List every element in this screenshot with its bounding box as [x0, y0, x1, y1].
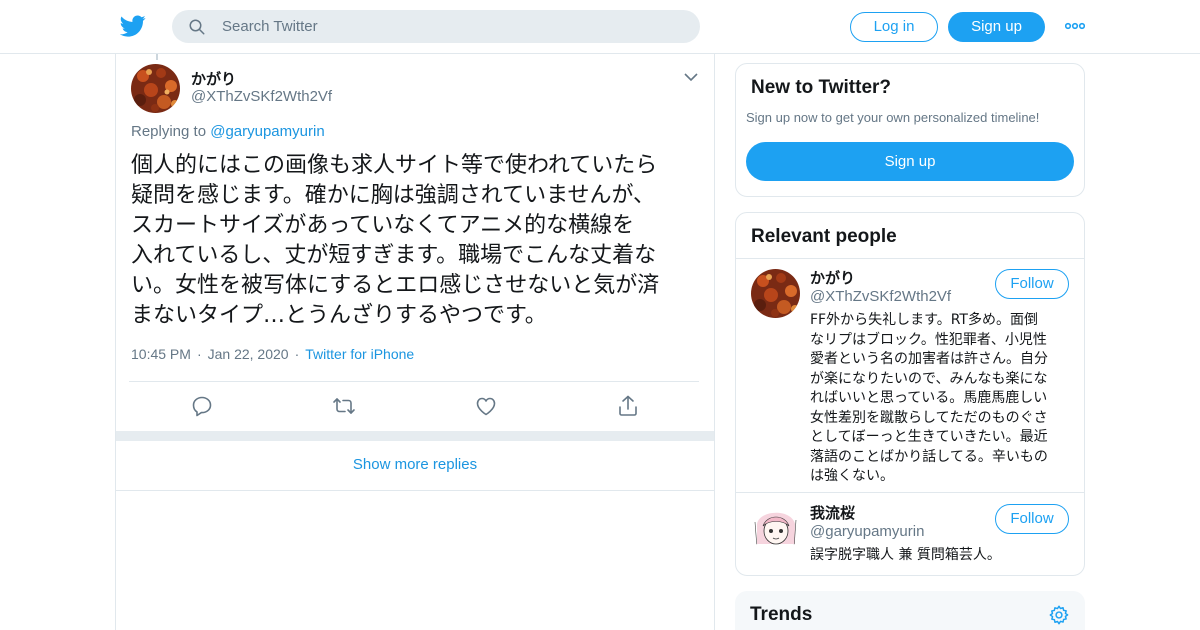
follow-button[interactable]: Follow — [995, 269, 1069, 299]
search-input[interactable] — [222, 10, 682, 43]
tweet-metadata: 10:45 PM · Jan 22, 2020 · Twitter for iPhone — [131, 346, 415, 362]
login-button[interactable]: Log in — [850, 12, 938, 42]
person-name[interactable]: 我流桜 — [810, 502, 855, 523]
thread-connector-line — [156, 54, 158, 60]
search-icon — [189, 19, 205, 35]
relevant-people-card: Relevant people かがり @XThZvSKf2Wth2Vf Fol… — [735, 212, 1085, 576]
more-dots-icon[interactable] — [1065, 22, 1085, 30]
tweet-date[interactable]: Jan 22, 2020 — [208, 346, 289, 362]
signup-card-subtitle: Sign up now to get your own personalized… — [746, 110, 1040, 125]
twitter-bird-icon[interactable] — [120, 13, 146, 39]
divider — [129, 381, 699, 382]
replying-mention-link[interactable]: @garyupamyurin — [210, 123, 324, 140]
signup-card: New to Twitter? Sign up now to get your … — [735, 63, 1085, 197]
divider — [736, 492, 1084, 493]
person-handle[interactable]: @garyupamyurin — [810, 523, 924, 540]
section-separator — [116, 431, 714, 441]
avatar[interactable] — [751, 269, 800, 318]
follow-button[interactable]: Follow — [995, 504, 1069, 534]
tweet-source-link[interactable]: Twitter for iPhone — [305, 346, 414, 362]
show-more-replies-button[interactable]: Show more replies — [116, 441, 714, 491]
avatar[interactable] — [131, 64, 180, 113]
tweet-time[interactable]: 10:45 PM — [131, 346, 191, 362]
person-name[interactable]: かがり — [810, 267, 855, 288]
top-bar: Log in Sign up — [0, 0, 1200, 54]
person-bio: 誤字脱字職人 兼 質問箱芸人。 — [810, 547, 1001, 563]
tweet-text: 個人的にはこの画像も求人サイト等で使われていたら 疑問を感じます。確かに胸は強調… — [131, 153, 660, 328]
share-icon[interactable] — [616, 394, 640, 418]
trends-title: Trends — [750, 604, 813, 625]
search-bar[interactable] — [172, 10, 700, 43]
replying-prefix: Replying to — [131, 123, 207, 140]
tweet-author-name[interactable]: かがり — [191, 68, 236, 89]
avatar[interactable] — [751, 504, 800, 553]
person-bio: FF外から失礼します。RT多め。面倒 なリプはブロック。性犯罪者、小児性 愛者と… — [810, 312, 1048, 484]
gear-icon[interactable] — [1048, 604, 1070, 626]
tweet-author-handle[interactable]: @XThZvSKf2Wth2Vf — [191, 88, 332, 105]
retweet-icon[interactable] — [332, 394, 356, 418]
replying-to: Replying to @garyupamyurin — [131, 123, 325, 140]
relevant-people-title: Relevant people — [751, 226, 897, 247]
reply-icon[interactable] — [190, 394, 214, 418]
signup-card-title: New to Twitter? — [751, 77, 892, 98]
like-icon[interactable] — [474, 394, 498, 418]
person-handle[interactable]: @XThZvSKf2Wth2Vf — [810, 288, 951, 305]
signup-button[interactable]: Sign up — [948, 12, 1045, 42]
tweet-column: かがり @XThZvSKf2Wth2Vf Replying to @garyup… — [115, 54, 715, 630]
trends-card: Trends — [735, 591, 1085, 630]
person-item: 我流桜 @garyupamyurin Follow 誤字脱字職人 兼 質問箱芸人… — [736, 494, 1084, 576]
person-item: かがり @XThZvSKf2Wth2Vf Follow FF外から失礼します。R… — [736, 259, 1084, 492]
chevron-down-icon[interactable] — [683, 70, 699, 84]
sidebar-signup-button[interactable]: Sign up — [746, 142, 1074, 181]
